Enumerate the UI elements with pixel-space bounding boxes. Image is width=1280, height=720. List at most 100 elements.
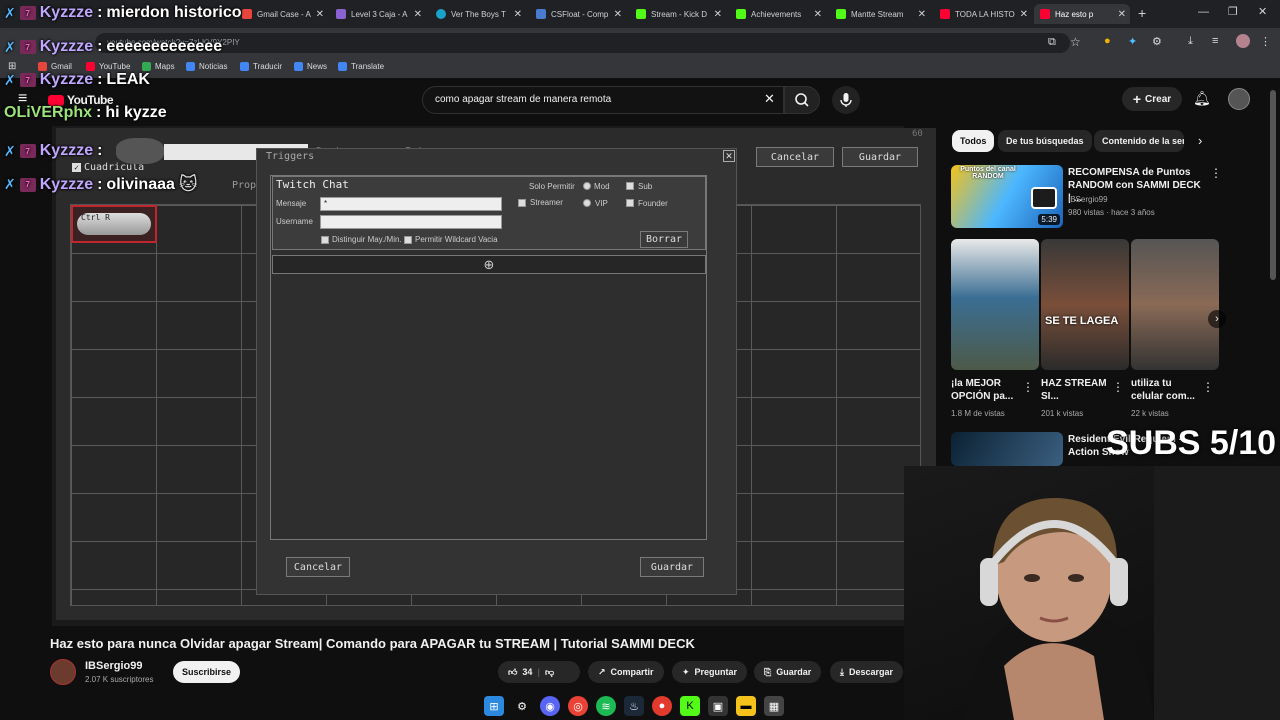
thumbs-up-icon[interactable]: 👍︎ bbox=[508, 667, 517, 678]
bookmark-noticias[interactable]: Noticias bbox=[186, 62, 227, 71]
wildcard-checkbox[interactable] bbox=[404, 236, 412, 244]
search-button[interactable] bbox=[784, 86, 820, 114]
more-options-icon[interactable]: ⋮ bbox=[1210, 166, 1222, 180]
extension-icon[interactable]: ● bbox=[1104, 35, 1111, 47]
search-input[interactable]: como apagar stream de manera remota bbox=[422, 86, 784, 114]
bookmark-gmail[interactable]: Gmail bbox=[38, 62, 72, 71]
windows-start-icon[interactable]: ⊞ bbox=[484, 696, 504, 716]
recommended-thumbnail[interactable] bbox=[951, 432, 1063, 466]
minimize-icon[interactable]: — bbox=[1198, 6, 1209, 18]
browser-tab[interactable]: CSFloat - Comp ✕ bbox=[530, 4, 626, 24]
browser-tab[interactable]: Stream - Kick D ✕ bbox=[630, 4, 726, 24]
more-options-icon[interactable]: ⋮ bbox=[1022, 380, 1034, 394]
extensions-puzzle-icon[interactable]: ⚙ bbox=[1152, 35, 1162, 48]
spotify-icon[interactable]: ≋ bbox=[596, 696, 616, 716]
case-sensitive-checkbox[interactable] bbox=[321, 236, 329, 244]
new-tab-icon[interactable]: + bbox=[1138, 5, 1146, 21]
more-options-icon[interactable]: ⋮ bbox=[1260, 35, 1271, 48]
short-title[interactable]: utiliza tu celular com... bbox=[1131, 377, 1197, 403]
dialog-cancel-button[interactable]: Cancelar bbox=[286, 557, 350, 577]
sub-checkbox[interactable] bbox=[626, 182, 634, 190]
close-dialog-icon[interactable]: ✕ bbox=[723, 150, 735, 162]
ask-button[interactable]: ✦ Preguntar bbox=[672, 661, 748, 683]
short-thumbnail[interactable] bbox=[1131, 239, 1219, 370]
thumbs-down-icon[interactable]: 👎︎ bbox=[545, 667, 554, 678]
notifications-bell-icon[interactable]: 🔔︎ bbox=[1193, 90, 1211, 107]
sammi-save-top-button[interactable]: Guardar bbox=[842, 147, 918, 167]
profile-avatar[interactable] bbox=[1236, 34, 1250, 48]
menu-lines-icon[interactable]: ≡ bbox=[1212, 35, 1218, 47]
discord-icon[interactable]: ◉ bbox=[540, 696, 560, 716]
more-options-icon[interactable]: ⋮ bbox=[1202, 380, 1214, 394]
bookmark-traducir[interactable]: Traducir bbox=[240, 62, 282, 71]
deck-button-selected[interactable]: Ctrl R bbox=[71, 205, 157, 243]
maximize-icon[interactable]: ❐ bbox=[1228, 5, 1238, 18]
add-trigger-button[interactable]: ⊕ bbox=[272, 255, 706, 274]
create-button[interactable]: + Crear bbox=[1122, 87, 1182, 111]
mod-radio[interactable] bbox=[583, 182, 591, 190]
chrome-icon[interactable]: ◎ bbox=[568, 696, 588, 716]
chip-all[interactable]: Todos bbox=[952, 130, 995, 152]
app-icon[interactable]: ▦ bbox=[764, 696, 784, 716]
close-tab-icon[interactable]: ✕ bbox=[514, 9, 522, 20]
app-icon[interactable]: ● bbox=[652, 696, 672, 716]
short-title[interactable]: ¡la MEJOR OPCIÓN pa... bbox=[951, 377, 1017, 403]
download-button[interactable]: ⤓ Descargar bbox=[830, 661, 904, 683]
sammi-cancel-top-button[interactable]: Cancelar bbox=[756, 147, 834, 167]
chip-series-content[interactable]: Contenido de la ser bbox=[1094, 130, 1184, 152]
close-tab-icon[interactable]: ✕ bbox=[714, 9, 722, 20]
close-tab-icon[interactable]: ✕ bbox=[316, 9, 324, 20]
founder-checkbox[interactable] bbox=[626, 199, 634, 207]
subscribe-button[interactable]: Suscribirse bbox=[173, 661, 240, 683]
extension-icon[interactable]: ✦ bbox=[1128, 35, 1137, 48]
browser-tab-active[interactable]: Haz esto p ✕ bbox=[1034, 4, 1130, 24]
bookmark-news[interactable]: News bbox=[294, 62, 327, 71]
browser-tab[interactable]: Ver The Boys T ✕ bbox=[430, 4, 526, 24]
message-input[interactable]: * bbox=[320, 197, 502, 211]
save-button[interactable]: ⎘ Guardar bbox=[754, 661, 822, 683]
close-tab-icon[interactable]: ✕ bbox=[1020, 9, 1028, 20]
voice-search-button[interactable] bbox=[832, 86, 860, 114]
browser-tab[interactable]: Mantte Stream ✕ bbox=[830, 4, 930, 24]
recommended-thumbnail[interactable]: Puntos del canal RANDOM 5:39 bbox=[951, 165, 1063, 228]
steam-icon[interactable]: ♨ bbox=[624, 696, 644, 716]
account-avatar[interactable] bbox=[1228, 88, 1250, 110]
username-input[interactable] bbox=[320, 215, 502, 229]
browser-tab[interactable]: Gmail Case - A ✕ bbox=[236, 4, 328, 24]
close-window-icon[interactable]: ✕ bbox=[1258, 5, 1267, 18]
widget-icon[interactable]: ⚙ bbox=[512, 696, 532, 716]
short-title[interactable]: HAZ STREAM SI... bbox=[1041, 377, 1107, 403]
delete-trigger-button[interactable]: Borrar bbox=[640, 231, 688, 248]
cast-icon[interactable]: ⧉ bbox=[1048, 36, 1056, 49]
dialog-save-button[interactable]: Guardar bbox=[640, 557, 704, 577]
channel-name[interactable]: IBSergio99 bbox=[85, 660, 142, 672]
chevron-right-icon[interactable]: › bbox=[1198, 133, 1202, 148]
close-tab-icon[interactable]: ✕ bbox=[918, 9, 926, 20]
browser-tab[interactable]: TODA LA HISTO ✕ bbox=[934, 4, 1032, 24]
streamer-checkbox[interactable] bbox=[518, 199, 526, 207]
chevron-right-icon[interactable]: › bbox=[1208, 310, 1226, 328]
chip-your-searches[interactable]: De tus búsquedas bbox=[998, 130, 1092, 152]
bookmark-star-icon[interactable]: ☆ bbox=[1070, 35, 1081, 49]
recommended-channel[interactable]: IBSergio99 bbox=[1068, 195, 1108, 204]
vip-radio[interactable] bbox=[583, 199, 591, 207]
channel-avatar[interactable] bbox=[50, 659, 76, 685]
more-options-icon[interactable]: ⋮ bbox=[1112, 380, 1124, 394]
scrollbar[interactable] bbox=[1270, 90, 1276, 280]
short-thumbnail[interactable] bbox=[951, 239, 1039, 370]
browser-tab[interactable]: Achievements ✕ bbox=[730, 4, 826, 24]
browser-tab[interactable]: Level 3 Caja - A ✕ bbox=[330, 4, 426, 24]
address-bar[interactable]: youtube.com/watch?v=7zLKV9Y2PIY bbox=[95, 33, 1070, 53]
clear-search-icon[interactable]: ✕ bbox=[764, 91, 775, 107]
download-icon[interactable]: ⤓ bbox=[1188, 35, 1193, 48]
close-tab-icon[interactable]: ✕ bbox=[414, 9, 422, 20]
kick-icon[interactable]: K bbox=[680, 696, 700, 716]
share-button[interactable]: ↗ Compartir bbox=[588, 661, 664, 683]
bookmark-youtube[interactable]: YouTube bbox=[86, 62, 130, 71]
obs-icon[interactable]: ▣ bbox=[708, 696, 728, 716]
close-tab-icon[interactable]: ✕ bbox=[814, 9, 822, 20]
folder-icon[interactable]: ▬ bbox=[736, 696, 756, 716]
close-tab-icon[interactable]: ✕ bbox=[1118, 9, 1126, 20]
bookmark-maps[interactable]: Maps bbox=[142, 62, 175, 71]
bookmark-translate[interactable]: Translate bbox=[338, 62, 384, 71]
